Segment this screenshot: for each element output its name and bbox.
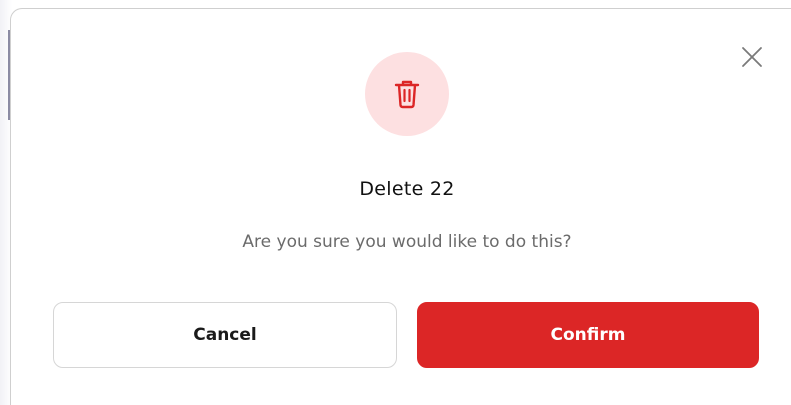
cancel-button[interactable]: Cancel — [53, 302, 397, 368]
trash-icon-circle — [365, 52, 449, 136]
trash-icon — [394, 80, 420, 109]
dialog-title: Delete 22 — [359, 178, 455, 200]
close-icon[interactable] — [739, 44, 765, 70]
confirm-button[interactable]: Confirm — [417, 302, 759, 368]
dialog-message: Are you sure you would like to do this? — [242, 232, 572, 252]
